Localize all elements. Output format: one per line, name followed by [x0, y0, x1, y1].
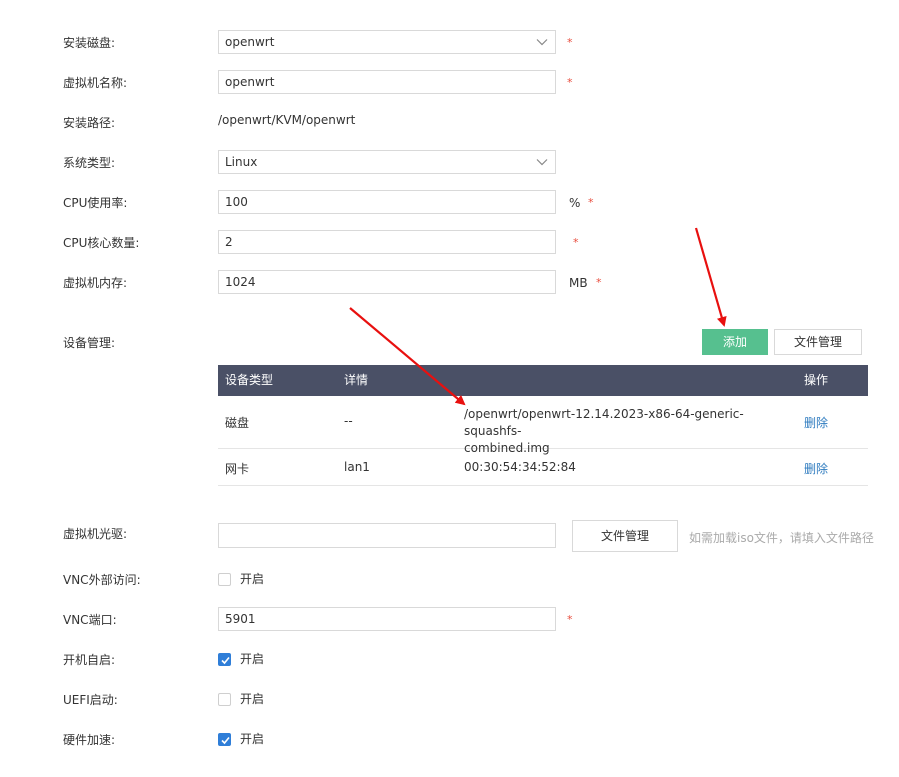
device-table-header: 设备类型 详情 操作 — [218, 365, 868, 396]
autostart-text: 开启 — [240, 652, 265, 666]
devices-label: 设备管理: — [63, 336, 116, 350]
checkmark-icon — [221, 656, 230, 665]
cpu-cores-label: CPU核心数量: — [63, 236, 140, 250]
memory-label: 虚拟机内存: — [63, 276, 128, 290]
arrow-to-add-button — [694, 227, 727, 327]
vnc-external-label: VNC外部访问: — [63, 573, 141, 587]
column-header-action: 操作 — [804, 373, 829, 387]
cpu-cores-required-mark: * — [573, 236, 579, 249]
uefi-text: 开启 — [240, 692, 265, 706]
memory-unit: MB — [569, 276, 588, 290]
memory-required-mark: * — [596, 276, 602, 289]
checkmark-icon — [221, 736, 230, 745]
disk-select-value: openwrt — [225, 35, 275, 49]
device-type-cell: 磁盘 — [225, 416, 250, 430]
cpu-usage-unit: % — [569, 196, 581, 210]
add-device-button[interactable]: 添加 — [702, 329, 768, 355]
chevron-down-icon — [536, 39, 548, 46]
vnc-port-input[interactable]: 5901 — [218, 607, 556, 631]
cdrom-hint: 如需加载iso文件，请填入文件路径 — [689, 531, 874, 545]
install-path-value: /openwrt/KVM/openwrt — [218, 113, 356, 127]
disk-label: 安装磁盘: — [63, 36, 116, 50]
table-row: 磁盘 -- /openwrt/openwrt-12.14.2023-x86-64… — [218, 396, 868, 455]
cpu-usage-input[interactable]: 100 — [218, 190, 556, 214]
install-path-label: 安装路径: — [63, 116, 116, 130]
vm-name-input[interactable]: openwrt — [218, 70, 556, 94]
hw-accel-checkbox[interactable] — [218, 733, 231, 746]
column-header-type: 设备类型 — [225, 373, 274, 387]
delete-link[interactable]: 删除 — [804, 414, 828, 431]
disk-select[interactable]: openwrt — [218, 30, 556, 54]
hw-accel-label: 硬件加速: — [63, 733, 116, 747]
device-info-cell: 00:30:54:34:52:84 — [464, 460, 576, 474]
cpu-cores-input[interactable]: 2 — [218, 230, 556, 254]
disk-required-mark: * — [567, 36, 573, 49]
vm-name-required-mark: * — [567, 76, 573, 89]
autostart-checkbox[interactable] — [218, 653, 231, 666]
vnc-external-checkbox[interactable] — [218, 573, 231, 586]
autostart-label: 开机自启: — [63, 653, 116, 667]
uefi-checkbox[interactable] — [218, 693, 231, 706]
device-info-line: /openwrt/openwrt-12.14.2023-x86-64-gener… — [464, 407, 744, 438]
cdrom-file-manager-button[interactable]: 文件管理 — [572, 520, 678, 552]
os-type-label: 系统类型: — [63, 156, 116, 170]
delete-link[interactable]: 删除 — [804, 460, 828, 477]
memory-input[interactable]: 1024 — [218, 270, 556, 294]
vm-name-label: 虚拟机名称: — [63, 76, 128, 90]
vnc-port-label: VNC端口: — [63, 613, 117, 627]
vnc-external-text: 开启 — [240, 572, 265, 586]
hw-accel-text: 开启 — [240, 732, 265, 746]
cpu-usage-label: CPU使用率: — [63, 196, 128, 210]
table-row: 网卡 lan1 00:30:54:34:52:84 删除 — [218, 449, 868, 486]
cpu-usage-required-mark: * — [588, 196, 594, 209]
device-file-manager-button[interactable]: 文件管理 — [774, 329, 862, 355]
device-detail-cell: lan1 — [344, 460, 370, 474]
chevron-down-icon — [536, 159, 548, 166]
uefi-label: UEFI启动: — [63, 693, 118, 707]
vnc-port-required-mark: * — [567, 613, 573, 626]
os-type-select[interactable]: Linux — [218, 150, 556, 174]
column-header-detail: 详情 — [344, 373, 369, 387]
cdrom-path-input[interactable] — [218, 523, 556, 548]
device-detail-cell: -- — [344, 414, 353, 428]
os-type-select-value: Linux — [225, 155, 258, 169]
cdrom-label: 虚拟机光驱: — [63, 527, 128, 541]
device-type-cell: 网卡 — [225, 462, 250, 476]
